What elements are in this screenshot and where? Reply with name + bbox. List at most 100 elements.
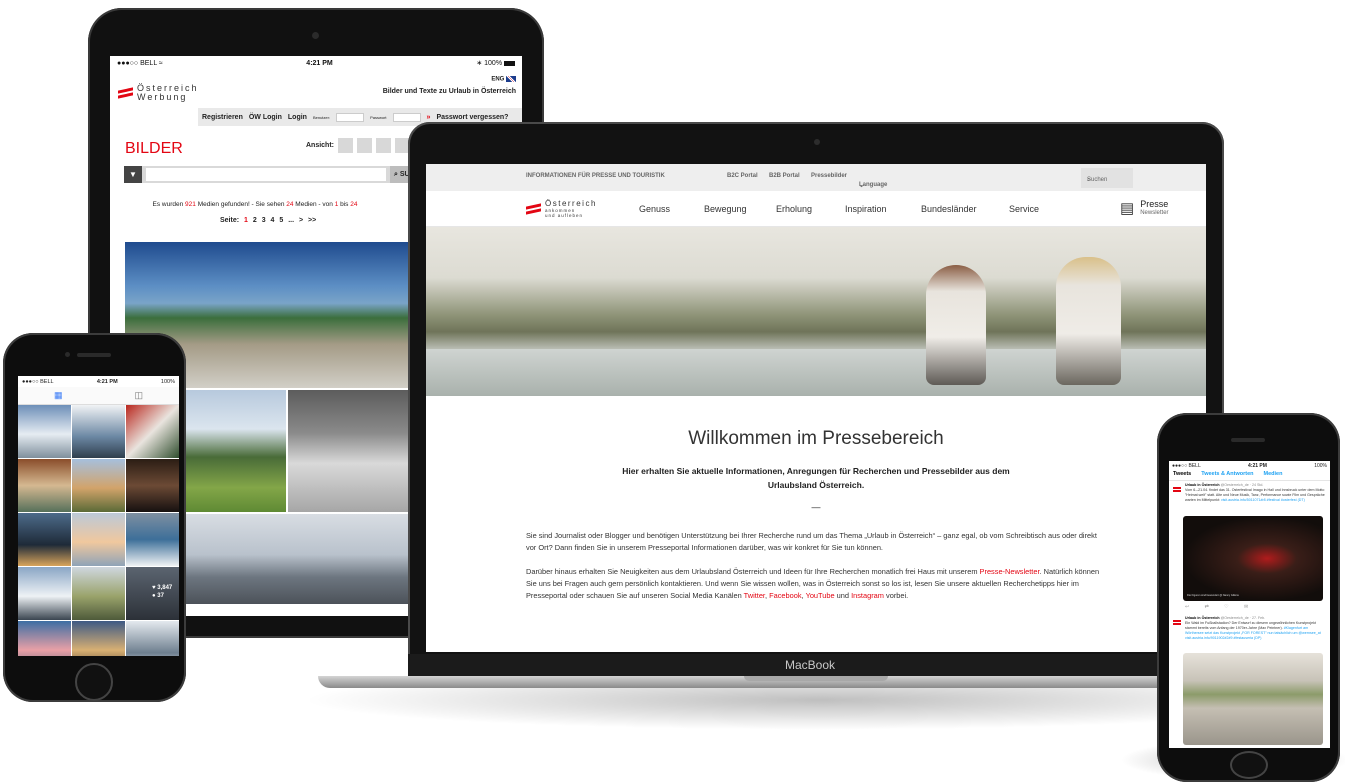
engagement-overlay: ♥ 3,847 ● 37: [152, 584, 179, 600]
grid-photo[interactable]: [126, 513, 179, 566]
grid-photo[interactable]: [72, 513, 125, 566]
oesterreich-logo[interactable]: Österreich ankommen und aufleben: [526, 199, 597, 218]
tab-tweets-replies[interactable]: Tweets & Antworten: [1201, 471, 1253, 480]
tablet-camera: [312, 32, 319, 39]
tweet-actions[interactable]: ↩ ⇄ ♡ ✉: [1185, 604, 1248, 610]
hero-image: [426, 227, 1206, 396]
likes-count: ♥ 3,847: [152, 585, 173, 591]
grid-photo[interactable]: [72, 567, 125, 620]
bluetooth-icon: ∗: [476, 60, 483, 67]
photo-snowy-peaks[interactable]: [288, 390, 409, 512]
phone-right-screen: ●●●○○ BELL 4:21 PM 100% Tweets Tweets & …: [1169, 461, 1330, 748]
tweet-2[interactable]: Urlaub in Österreich @Oesterreich_de · 2…: [1173, 616, 1326, 641]
battery-icon: [504, 60, 515, 66]
logo-line-2: Werbung: [137, 92, 188, 102]
grid-photo[interactable]: [18, 513, 71, 566]
twitter-link[interactable]: Twitter: [744, 591, 765, 600]
status-time: 4:21 PM: [306, 59, 333, 67]
battery-level: 100%: [1314, 463, 1327, 469]
grid-photo-highlighted[interactable]: ♥ 3,847 ● 37: [126, 567, 179, 620]
profile-tabs: ▦ ◫: [18, 387, 179, 405]
phone-left-screen: ●●●○○ BELL 4:21 PM 100% ▦ ◫ ♥ 3,847 ● 37: [18, 376, 179, 656]
grid-photo[interactable]: [72, 621, 125, 656]
tablet-status-bar: ●●●○○ BELL ≈ 4:21 PM ∗ 100%: [110, 56, 522, 70]
b2c-portal-link[interactable]: B2C Portal: [727, 173, 758, 179]
grid-photo[interactable]: [18, 621, 71, 656]
status-time: 4:21 PM: [1248, 463, 1267, 469]
pagination[interactable]: Seite: 1 2 3 4 5 ... > >>: [220, 217, 316, 224]
phone-right-status-bar: ●●●○○ BELL 4:21 PM 100%: [1169, 461, 1330, 471]
carrier-label: ●●●○○ BELL: [1172, 463, 1201, 469]
home-button[interactable]: [1230, 751, 1268, 779]
facebook-link[interactable]: Facebook: [769, 591, 801, 600]
search-input[interactable]: [146, 168, 386, 181]
grid-photo[interactable]: [18, 405, 71, 458]
view-large-icon[interactable]: [338, 138, 353, 153]
user-input[interactable]: [336, 112, 365, 122]
press-newsletter-link[interactable]: ▤ Presse Newsletter: [1120, 200, 1169, 217]
home-button[interactable]: [75, 663, 113, 701]
youtube-link[interactable]: YouTube: [806, 591, 835, 600]
phone-right-device: ●●●○○ BELL 4:21 PM 100% Tweets Tweets & …: [1157, 413, 1340, 782]
oesterreich-werbung-logo[interactable]: Österreich Werbung: [118, 84, 199, 102]
tab-tweets[interactable]: Tweets: [1173, 471, 1191, 480]
grid-photo[interactable]: [72, 405, 125, 458]
grid-icon[interactable]: ▦: [54, 390, 63, 401]
password-input[interactable]: [392, 112, 421, 122]
carrier-label: ●●●○○ BELL: [22, 378, 54, 385]
laptop-screen: INFORMATIONEN FÜR PRESSE UND TOURISTIK B…: [426, 164, 1206, 652]
view-label: Ansicht:: [306, 142, 334, 149]
tweet-1[interactable]: Urlaub in Österreich @Oesterreich_de · 2…: [1173, 483, 1326, 503]
twitter-tabs: Tweets Tweets & Antworten Medien: [1169, 471, 1330, 481]
grid-photo[interactable]: [126, 621, 179, 656]
laptop-notch: [744, 676, 888, 681]
divider: —: [811, 502, 821, 512]
camera-icon[interactable]: ◫: [134, 390, 143, 401]
tweet-2-image[interactable]: [1183, 653, 1323, 745]
hero-cyclist-woman: [1056, 257, 1121, 385]
tweet-1-image[interactable]: [1183, 516, 1323, 601]
search-icon: ⌕: [1087, 177, 1091, 183]
press-title: Presse: [1140, 199, 1169, 209]
nav-service[interactable]: Service: [1009, 204, 1039, 214]
b2b-portal-link[interactable]: B2B Portal: [769, 173, 800, 179]
grid-photo[interactable]: [126, 405, 179, 458]
login-label: Login: [287, 113, 307, 121]
pressebilder-link[interactable]: Pressebilder: [811, 173, 847, 179]
topbar-info: INFORMATIONEN FÜR PRESSE UND TOURISTIK: [526, 173, 665, 179]
nav-bewegung[interactable]: Bewegung: [704, 204, 747, 214]
search-input[interactable]: Suchen ⌕: [1081, 168, 1133, 188]
view-medium-icon[interactable]: [357, 138, 372, 153]
forgot-password-link[interactable]: Passwort vergessen?: [436, 114, 508, 121]
laptop-topbar: INFORMATIONEN FÜR PRESSE UND TOURISTIK B…: [426, 164, 1206, 191]
grid-photo[interactable]: [18, 567, 71, 620]
logo-line-1: Österreich: [545, 199, 597, 208]
tab-media[interactable]: Medien: [1264, 471, 1283, 480]
instagram-link[interactable]: Instagram: [851, 591, 884, 600]
laptop-brand: MacBook: [785, 658, 836, 672]
language-switch[interactable]: ENG: [491, 76, 516, 83]
ow-login-link[interactable]: ÖW Login: [249, 114, 282, 121]
carrier-label: ●●●○○ BELL: [117, 59, 157, 67]
tweet-1-caption: Die Figuren sind bewundert @ Nancy Gille…: [1187, 594, 1239, 597]
nav-inspiration[interactable]: Inspiration: [845, 204, 887, 214]
nav-genuss[interactable]: Genuss: [639, 204, 670, 214]
grid-photo[interactable]: [18, 459, 71, 512]
grid-photo[interactable]: [126, 459, 179, 512]
nav-erholung[interactable]: Erholung: [776, 204, 812, 214]
slogan: Bilder und Texte zu Urlaub in Österreich: [382, 88, 516, 95]
filter-icon[interactable]: ▼: [124, 166, 142, 183]
chevron-down-icon: ⌄: [859, 183, 865, 189]
intro-paragraph: Sie sind Journalist oder Blogger und ben…: [526, 531, 1097, 552]
laptop-camera: [814, 139, 820, 145]
comments-count: ● 37: [152, 593, 164, 599]
grid-photo[interactable]: [72, 459, 125, 512]
nav-bundeslaender[interactable]: Bundesländer: [921, 204, 977, 214]
battery-level: 100%: [160, 378, 175, 385]
view-small-icon[interactable]: [376, 138, 391, 153]
register-link[interactable]: Registrieren: [202, 114, 243, 121]
search-icon: ⌕: [394, 171, 398, 178]
login-submit-arrow[interactable]: »: [427, 114, 431, 121]
presse-newsletter-link[interactable]: Presse-Newsletter: [980, 567, 1040, 576]
wifi-icon: ≈: [158, 59, 163, 67]
